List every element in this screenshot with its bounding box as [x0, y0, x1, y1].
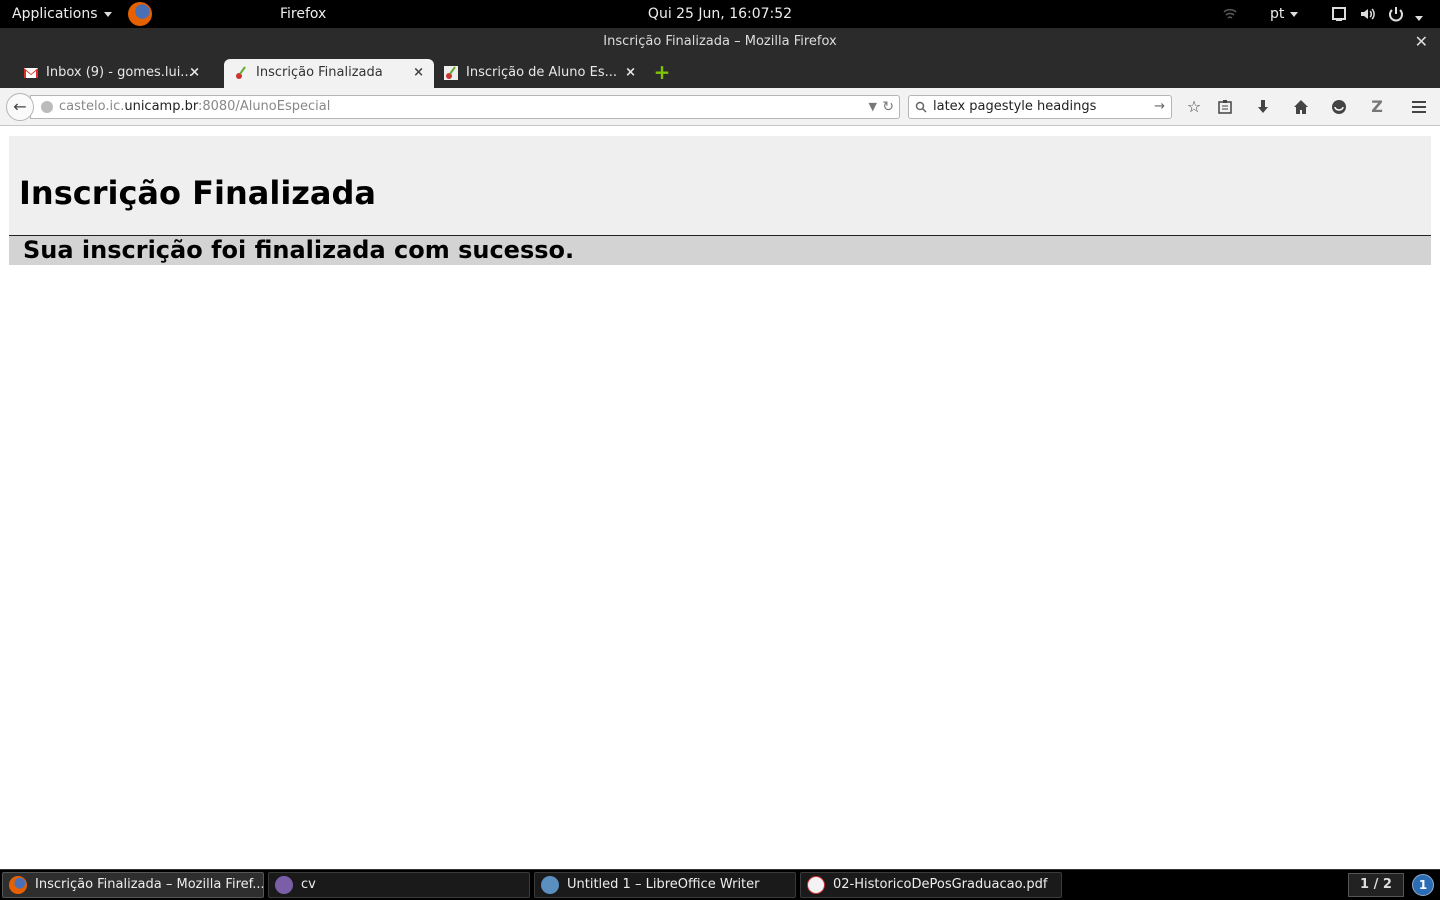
message-bar: Sua inscrição foi finalizada com sucesso…	[9, 236, 1431, 265]
tab-label: Inscrição de Aluno Es...	[466, 65, 617, 80]
search-go-icon[interactable]: →	[1154, 96, 1165, 118]
language-label: pt	[1270, 6, 1285, 22]
taskbar-item-writer[interactable]: Untitled 1 – LibreOffice Writer	[534, 872, 796, 898]
chevron-down-icon	[1415, 15, 1423, 21]
home-icon[interactable]	[1291, 97, 1311, 117]
tab-close-icon[interactable]: ×	[625, 59, 636, 87]
tab-inbox[interactable]: Inbox (9) - gomes.lui... ×	[0, 59, 210, 88]
tab-inscricao-aluno[interactable]: Inscrição de Aluno Es... ×	[436, 59, 646, 88]
volume-icon[interactable]	[1359, 0, 1377, 28]
taskbar-item-label: cv	[301, 877, 316, 892]
page-icon	[444, 66, 458, 80]
tab-close-icon[interactable]: ×	[413, 59, 424, 87]
folder-icon	[275, 876, 293, 894]
power-icon	[1389, 7, 1403, 22]
window-close-button[interactable]: ✕	[1415, 28, 1428, 56]
tab-inscricao-finalizada[interactable]: Inscrição Finalizada ×	[224, 59, 434, 88]
reload-icon[interactable]: ↻	[882, 96, 894, 118]
search-value: latex pagestyle headings	[933, 99, 1097, 114]
navigation-bar: castelo.ic.unicamp.br:8080/AlunoEspecial…	[0, 88, 1440, 126]
zotero-icon[interactable]: Z	[1367, 97, 1387, 117]
new-tab-button[interactable]: +	[652, 62, 672, 82]
page-content: Inscrição Finalizada Sua inscrição foi f…	[0, 127, 1440, 869]
language-menu[interactable]: pt	[1270, 0, 1299, 28]
window-title-bar: Inscrição Finalizada – Mozilla Firefox ✕	[0, 28, 1440, 56]
firefox-icon	[9, 876, 27, 894]
page-title: Inscrição Finalizada	[19, 174, 376, 212]
globe-icon	[41, 101, 53, 113]
back-button[interactable]: ←	[6, 93, 34, 121]
taskbar-item-label: 02-HistoricoDePosGraduacao.pdf	[833, 877, 1048, 892]
tab-label: Inbox (9) - gomes.lui...	[46, 65, 193, 80]
page-icon	[236, 66, 246, 79]
workspace-switcher[interactable]: 1 / 2	[1348, 873, 1404, 897]
success-message: Sua inscrição foi finalizada com sucesso…	[23, 236, 575, 264]
screen-icon[interactable]	[1331, 0, 1349, 28]
hamburger-menu-icon[interactable]	[1409, 97, 1429, 117]
taskbar-item-label: Inscrição Finalizada – Mozilla Firef...	[35, 877, 264, 892]
wifi-icon[interactable]	[1222, 0, 1240, 28]
gmail-icon	[24, 68, 38, 78]
taskbar-item-pdf[interactable]: 02-HistoricoDePosGraduacao.pdf	[800, 872, 1062, 898]
taskbar-item-cv[interactable]: cv	[268, 872, 530, 898]
url-prefix: castelo.ic.	[59, 99, 125, 114]
page-header: Inscrição Finalizada	[9, 136, 1431, 236]
bookmark-star-icon[interactable]: ☆	[1184, 97, 1204, 117]
back-arrow-icon: ←	[13, 97, 27, 116]
writer-icon	[541, 876, 559, 894]
power-menu[interactable]	[1387, 0, 1427, 28]
download-icon[interactable]	[1253, 97, 1273, 117]
tab-label: Inscrição Finalizada	[256, 65, 383, 80]
pdf-icon	[807, 876, 825, 894]
notification-badge[interactable]: 1	[1412, 874, 1434, 896]
search-input[interactable]: latex pagestyle headings →	[908, 95, 1172, 119]
url-suffix: :8080/AlunoEspecial	[197, 99, 331, 114]
tab-close-icon[interactable]: ×	[189, 59, 200, 87]
window-list-taskbar: Inscrição Finalizada – Mozilla Firef... …	[0, 869, 1440, 900]
url-domain: unicamp.br	[124, 99, 198, 114]
window-title: Inscrição Finalizada – Mozilla Firefox	[603, 34, 837, 49]
chat-icon[interactable]	[1329, 97, 1349, 117]
chevron-down-icon	[1290, 11, 1299, 17]
search-icon	[915, 96, 927, 121]
bookmarks-menu-icon[interactable]	[1215, 97, 1235, 117]
url-bar[interactable]: castelo.ic.unicamp.br:8080/AlunoEspecial…	[30, 95, 900, 119]
tab-strip: Inbox (9) - gomes.lui... × Inscrição Fin…	[0, 56, 1440, 88]
taskbar-item-label: Untitled 1 – LibreOffice Writer	[567, 877, 760, 892]
taskbar-item-firefox[interactable]: Inscrição Finalizada – Mozilla Firef...	[2, 872, 264, 898]
gnome-top-bar: Applications Firefox Web Browser Qui 25 …	[0, 0, 1440, 101]
url-dropdown-icon[interactable]: ▼	[869, 96, 877, 118]
